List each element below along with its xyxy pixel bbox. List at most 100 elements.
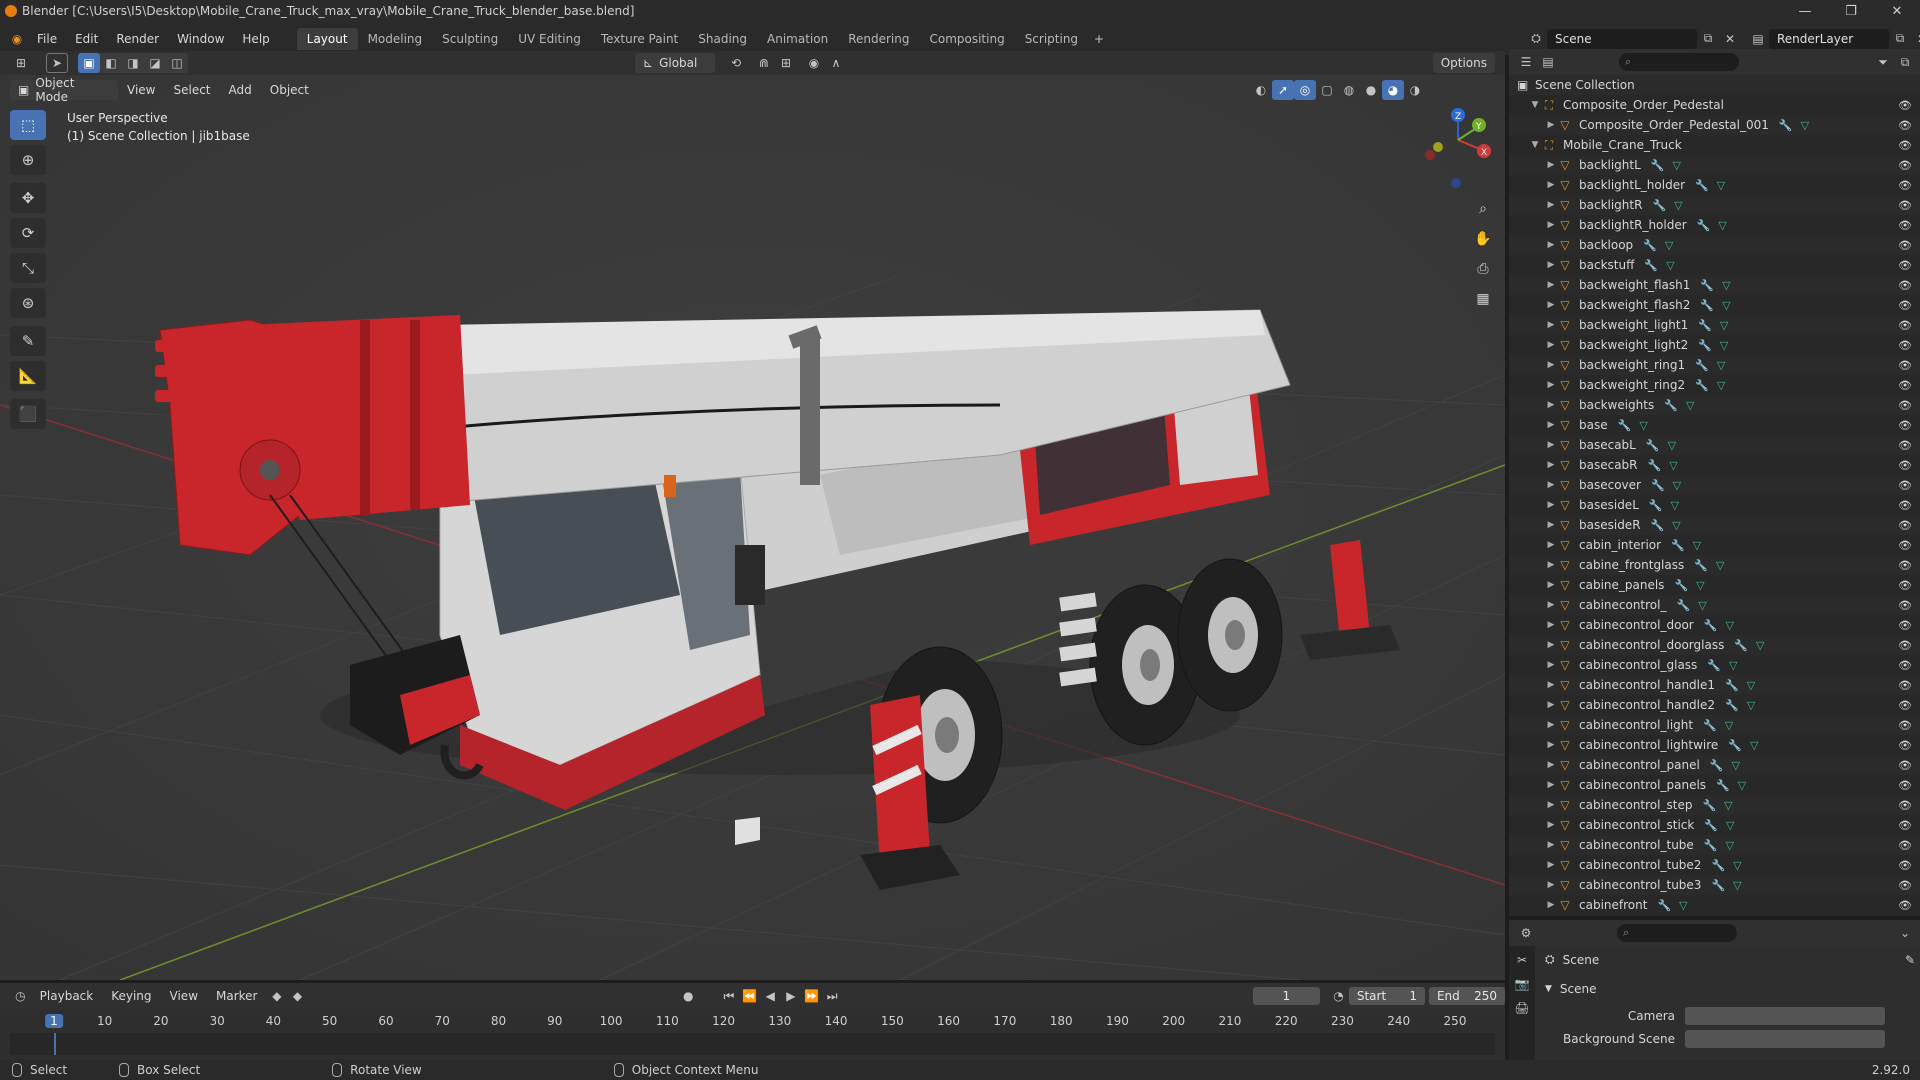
- expand-right-icon[interactable]: ▶: [1545, 240, 1557, 250]
- visibility-eye-icon[interactable]: 👁: [1898, 559, 1912, 572]
- mesh-data-icon[interactable]: ▽: [1686, 399, 1694, 412]
- menu-edit[interactable]: Edit: [66, 28, 107, 50]
- modifier-wrench-icon[interactable]: 🔧: [1643, 239, 1657, 252]
- visibility-eye-icon[interactable]: 👁: [1898, 299, 1912, 312]
- outliner-object-row[interactable]: ▶ ▽ cabinecontrol_tube2 🔧 ▽ 👁: [1509, 855, 1920, 875]
- properties-options-icon[interactable]: ⌄: [1894, 923, 1916, 943]
- visibility-eye-icon[interactable]: 👁: [1898, 479, 1912, 492]
- mesh-data-icon[interactable]: ▽: [1724, 799, 1732, 812]
- visibility-eye-icon[interactable]: 👁: [1898, 319, 1912, 332]
- camera-field[interactable]: [1685, 1007, 1885, 1025]
- visibility-eye-icon[interactable]: 👁: [1898, 239, 1912, 252]
- visibility-eye-icon[interactable]: 👁: [1898, 579, 1912, 592]
- viewport-menu-select[interactable]: Select: [164, 83, 219, 97]
- expand-right-icon[interactable]: ▶: [1545, 600, 1557, 610]
- expand-right-icon[interactable]: ▶: [1545, 900, 1557, 910]
- expand-right-icon[interactable]: ▶: [1545, 180, 1557, 190]
- expand-right-icon[interactable]: ▶: [1545, 340, 1557, 350]
- mesh-data-icon[interactable]: ▽: [1801, 119, 1809, 132]
- outliner-object-row[interactable]: ▶ ▽ cabinecontrol_glass 🔧 ▽ 👁: [1509, 655, 1920, 675]
- mesh-data-icon[interactable]: ▽: [1717, 179, 1725, 192]
- wireframe-shading-icon[interactable]: ◍: [1338, 80, 1360, 100]
- outliner-object-row[interactable]: ▶ ▽ backweight_flash1 🔧 ▽ 👁: [1509, 275, 1920, 295]
- expand-right-icon[interactable]: ▶: [1545, 460, 1557, 470]
- modifier-wrench-icon[interactable]: 🔧: [1698, 319, 1712, 332]
- outliner-object-row[interactable]: ▶ ▽ cabinecontrol_step 🔧 ▽ 👁: [1509, 795, 1920, 815]
- modifier-wrench-icon[interactable]: 🔧: [1649, 499, 1663, 512]
- scene-field[interactable]: Scene: [1547, 28, 1697, 49]
- visibility-eye-icon[interactable]: 👁: [1898, 759, 1912, 772]
- modifier-wrench-icon[interactable]: 🔧: [1700, 299, 1714, 312]
- visibility-icon[interactable]: ◐: [1250, 80, 1272, 100]
- outliner-object-row[interactable]: ▶ ▽ cabinecontrol_light 🔧 ▽ 👁: [1509, 715, 1920, 735]
- mesh-data-icon[interactable]: ▽: [1716, 559, 1724, 572]
- expand-right-icon[interactable]: ▶: [1545, 620, 1557, 630]
- outliner-object-row[interactable]: ▶ ▽ backlightR 🔧 ▽ 👁: [1509, 195, 1920, 215]
- viewport-menu-object[interactable]: Object: [261, 83, 318, 97]
- mode-dropdown[interactable]: ▣ Object Mode: [10, 76, 118, 104]
- mesh-data-icon[interactable]: ▽: [1673, 479, 1681, 492]
- keyframe-icon[interactable]: ◆: [267, 986, 288, 1006]
- modifier-wrench-icon[interactable]: 🔧: [1644, 259, 1658, 272]
- expand-right-icon[interactable]: ▶: [1545, 580, 1557, 590]
- view-layer-icon[interactable]: ▤: [1747, 29, 1769, 49]
- mesh-data-icon[interactable]: ▽: [1722, 299, 1730, 312]
- modifier-wrench-icon[interactable]: 🔧: [1711, 859, 1725, 872]
- modifier-wrench-icon[interactable]: 🔧: [1697, 219, 1711, 232]
- tab-modeling[interactable]: Modeling: [358, 28, 433, 50]
- mesh-data-icon[interactable]: ▽: [1756, 639, 1764, 652]
- visibility-eye-icon[interactable]: 👁: [1898, 379, 1912, 392]
- outliner-object-row[interactable]: ▶ ▽ cabine_panels 🔧 ▽ 👁: [1509, 575, 1920, 595]
- modifier-wrench-icon[interactable]: 🔧: [1704, 619, 1718, 632]
- expand-right-icon[interactable]: ▶: [1545, 540, 1557, 550]
- pin-icon[interactable]: ✎: [1905, 953, 1915, 967]
- visibility-eye-icon[interactable]: 👁: [1898, 859, 1912, 872]
- mesh-data-icon[interactable]: ▽: [1717, 379, 1725, 392]
- visibility-eye-icon[interactable]: 👁: [1898, 639, 1912, 652]
- outliner-object-row[interactable]: ▶ ▽ cabine_frontglass 🔧 ▽ 👁: [1509, 555, 1920, 575]
- mesh-data-icon[interactable]: ▽: [1718, 219, 1726, 232]
- modifier-wrench-icon[interactable]: 🔧: [1618, 419, 1632, 432]
- expand-right-icon[interactable]: ▶: [1545, 420, 1557, 430]
- outliner-object-row[interactable]: ▶ ▽ cabinecontrol_stick 🔧 ▽ 👁: [1509, 815, 1920, 835]
- modifier-wrench-icon[interactable]: 🔧: [1674, 579, 1688, 592]
- outliner-object-row[interactable]: ▶ ▽ backweights 🔧 ▽ 👁: [1509, 395, 1920, 415]
- visibility-eye-icon[interactable]: 👁: [1898, 799, 1912, 812]
- menu-help[interactable]: Help: [233, 28, 278, 50]
- visibility-eye-icon[interactable]: 👁: [1898, 179, 1912, 192]
- zoom-icon[interactable]: ⌕: [1469, 195, 1497, 223]
- expand-right-icon[interactable]: ▶: [1545, 760, 1557, 770]
- outliner-object-row[interactable]: ▶ ▽ cabinecontrol_doorglass 🔧 ▽ 👁: [1509, 635, 1920, 655]
- outliner-object-row[interactable]: ▶ ▽ backloop 🔧 ▽ 👁: [1509, 235, 1920, 255]
- modifier-wrench-icon[interactable]: 🔧: [1652, 199, 1666, 212]
- visibility-eye-icon[interactable]: 👁: [1898, 779, 1912, 792]
- outliner-object-row[interactable]: ▶ ▽ cabinecontrol_ 🔧 ▽ 👁: [1509, 595, 1920, 615]
- outliner-object-row[interactable]: ▶ ▽ cabinecontrol_handle2 🔧 ▽ 👁: [1509, 695, 1920, 715]
- expand-right-icon[interactable]: ▶: [1545, 520, 1557, 530]
- outliner-object-row[interactable]: ▶ ▽ cabinecontrol_handle1 🔧 ▽ 👁: [1509, 675, 1920, 695]
- gizmo-toggle-icon[interactable]: ➚: [1272, 80, 1294, 100]
- timeline-menu-playback[interactable]: Playback: [31, 989, 103, 1003]
- mesh-data-icon[interactable]: ▽: [1674, 199, 1682, 212]
- outliner-object-row[interactable]: ▶ ▽ backweight_ring2 🔧 ▽ 👁: [1509, 375, 1920, 395]
- transform-orientation-dropdown[interactable]: ⊾ Global: [635, 53, 715, 73]
- snap-target-icon[interactable]: ⊞: [775, 53, 797, 73]
- select-subtract-icon[interactable]: ◨: [122, 53, 144, 73]
- visibility-eye-icon[interactable]: 👁: [1898, 399, 1912, 412]
- modifier-wrench-icon[interactable]: 🔧: [1657, 899, 1671, 912]
- tab-rendering[interactable]: Rendering: [838, 28, 919, 50]
- xray-icon[interactable]: ▢: [1316, 80, 1338, 100]
- mesh-data-icon[interactable]: ▽: [1673, 159, 1681, 172]
- properties-editor-icon[interactable]: ⚙: [1515, 923, 1537, 943]
- visibility-eye-icon[interactable]: 👁: [1898, 739, 1912, 752]
- expand-right-icon[interactable]: ▶: [1545, 300, 1557, 310]
- 3d-viewport[interactable]: Z X Y ▣ Object Mode View Select Add Obje…: [0, 75, 1505, 980]
- mesh-data-icon[interactable]: ▽: [1698, 599, 1706, 612]
- transform-tool-icon[interactable]: ⊛: [10, 288, 46, 318]
- visibility-eye-icon[interactable]: 👁: [1898, 659, 1912, 672]
- mesh-data-icon[interactable]: ▽: [1726, 839, 1734, 852]
- outliner-object-row[interactable]: ▶ ▽ cabinecontrol_lightwire 🔧 ▽ 👁: [1509, 735, 1920, 755]
- outliner-object-row[interactable]: ▶ ▽ backweight_flash2 🔧 ▽ 👁: [1509, 295, 1920, 315]
- visibility-eye-icon[interactable]: 👁: [1898, 339, 1912, 352]
- outliner-object-row[interactable]: ▶ ▽ base 🔧 ▽ 👁: [1509, 415, 1920, 435]
